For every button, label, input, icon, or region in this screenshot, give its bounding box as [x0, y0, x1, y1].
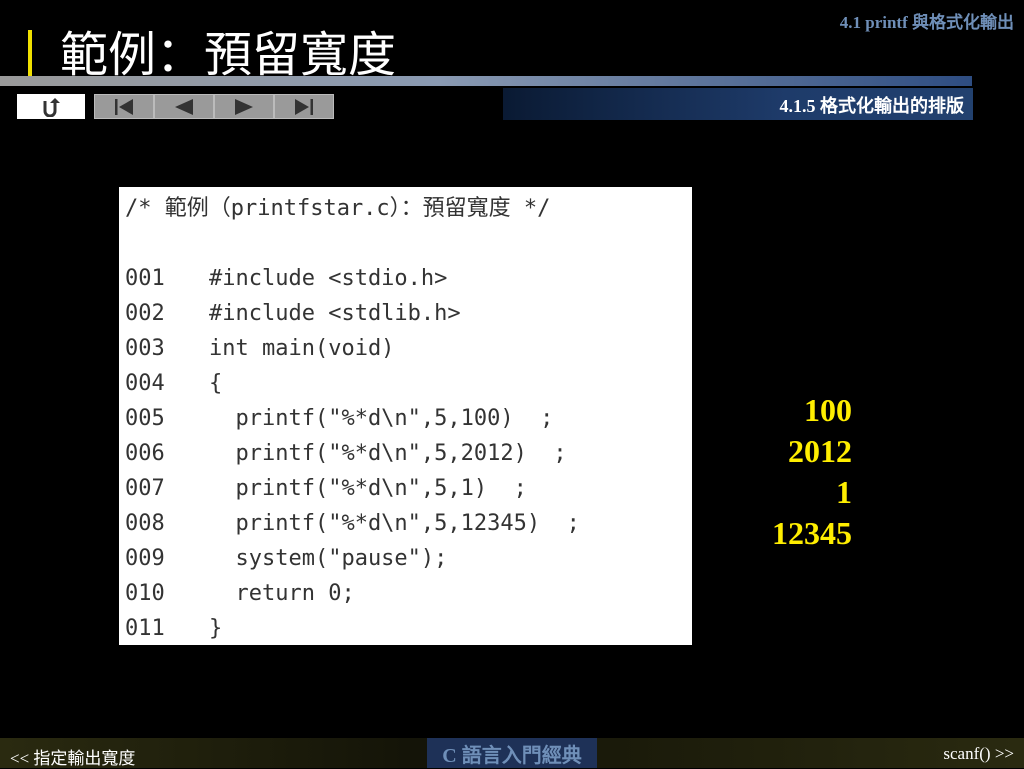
last-page-button[interactable] [274, 94, 334, 119]
line-number: 011 [125, 616, 165, 641]
line-code: system("pause"); [209, 546, 448, 571]
chapter-label: 4.1 printf 與格式化輸出 [839, 13, 1014, 32]
line-number: 005 [125, 406, 165, 431]
line-code: #include <stdio.h> [209, 266, 448, 291]
title-accent-bar [28, 30, 32, 80]
line-number: 002 [125, 301, 165, 326]
line-code: { [209, 371, 223, 396]
code-listing: /* 範例（printfstar.c）：預留寬度 */ 001 #include … [119, 187, 692, 645]
book-title: C 語言入門經典 [427, 738, 597, 768]
line-code: int main(void) [209, 336, 395, 361]
output-line: 100 [804, 392, 852, 428]
previous-topic-link[interactable]: << 指定輸出寬度 [10, 744, 135, 769]
line-number: 009 [125, 546, 165, 571]
last-page-icon [295, 98, 313, 115]
code-line: 001 #include <stdio.h> [125, 261, 692, 296]
previous-page-icon [175, 98, 193, 115]
line-code: printf("%*d\n",5,100) ; [209, 406, 554, 431]
line-number: 008 [125, 511, 165, 536]
footer: << 指定輸出寬度 C 語言入門經典 scanf() >> [0, 738, 1024, 768]
code-line: 009 system("pause"); [125, 541, 692, 576]
section-title: 4.1.5 格式化輸出的排版 [779, 96, 965, 116]
line-code: return 0; [209, 581, 355, 606]
code-lines: 001 #include <stdio.h> 002 #include <stdlib… [125, 261, 692, 646]
line-number: 003 [125, 336, 165, 361]
code-line: 003 int main(void) [125, 331, 692, 366]
line-number: 007 [125, 476, 165, 501]
output-line: 2012 [788, 433, 852, 469]
title-area: 範例：預留寬度 [28, 28, 396, 82]
next-page-icon [235, 98, 253, 115]
page-title: 範例：預留寬度 [60, 27, 397, 83]
output-line: 1 [836, 474, 852, 510]
slide-navigation [94, 94, 334, 119]
code-line: 008 printf("%*d\n",5,12345) ; [125, 506, 692, 541]
code-line: 005 printf("%*d\n",5,100) ; [125, 401, 692, 436]
program-output: 100 2012 1 12345 [760, 390, 852, 554]
return-icon [43, 97, 60, 117]
line-code: printf("%*d\n",5,2012) ; [209, 441, 567, 466]
code-line: 011} [125, 611, 692, 646]
line-code: printf("%*d\n",5,12345) ; [209, 511, 580, 536]
line-number: 004 [125, 371, 165, 396]
header-divider [0, 76, 972, 86]
previous-page-button[interactable] [154, 94, 214, 119]
code-line: 006 printf("%*d\n",5,2012) ; [125, 436, 692, 471]
next-page-button[interactable] [214, 94, 274, 119]
next-topic-link[interactable]: scanf() >> [943, 744, 1014, 764]
first-page-button[interactable] [94, 94, 154, 119]
code-line: 010 return 0; [125, 576, 692, 611]
output-line: 12345 [772, 515, 852, 551]
code-comment: /* 範例（printfstar.c）：預留寬度 */ [125, 196, 551, 221]
line-number: 010 [125, 581, 165, 606]
line-code: #include <stdlib.h> [209, 301, 461, 326]
code-line: 004 { [125, 366, 692, 401]
code-line: 007 printf("%*d\n",5,1) ; [125, 471, 692, 506]
return-button[interactable] [17, 94, 85, 119]
first-page-icon [115, 98, 133, 115]
line-code: printf("%*d\n",5,1) ; [209, 476, 527, 501]
line-number: 006 [125, 441, 165, 466]
line-code: } [209, 616, 223, 641]
line-number: 001 [125, 266, 165, 291]
code-line: 002 #include <stdlib.h> [125, 296, 692, 331]
